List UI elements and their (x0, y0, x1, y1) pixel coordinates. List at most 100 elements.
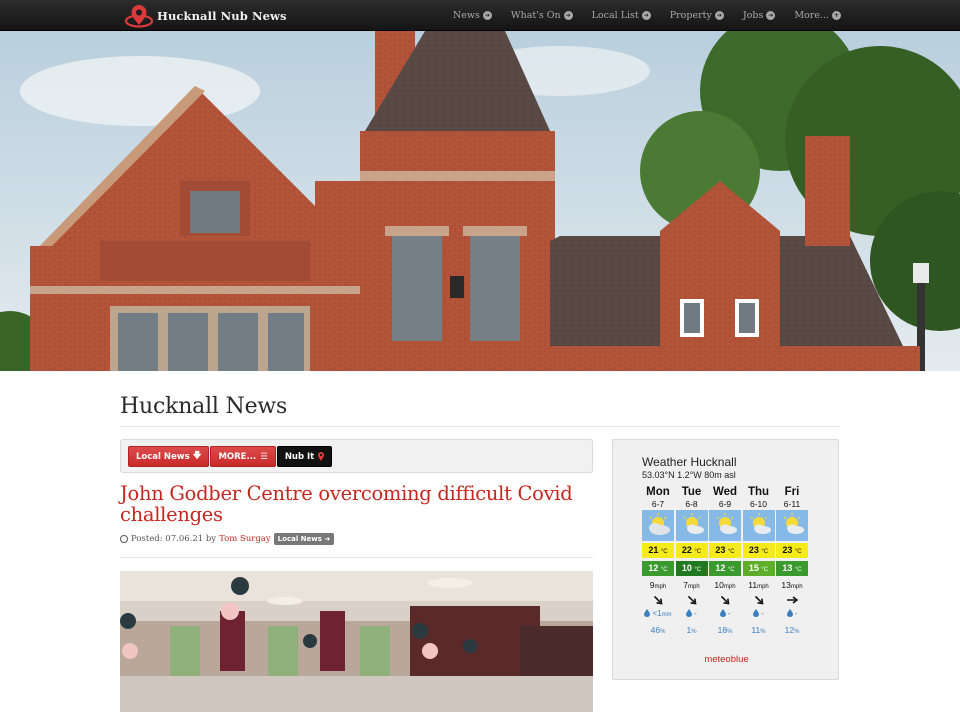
weather-coords: 53.03°N 1.2°W 80m asl (642, 470, 736, 480)
article-title-link[interactable]: John Godber Centre overcoming difficult … (120, 483, 590, 525)
forecast-date: 6-11 (783, 499, 801, 509)
arrow-circle-icon: ➔ (641, 11, 651, 20)
town-hall-photo-icon (0, 31, 960, 371)
arrow-down-icon: 🡇 (192, 450, 202, 461)
raindrop-icon (686, 609, 694, 618)
forecast-day-name: Mon (646, 486, 670, 498)
forecast-wind: 13mph (781, 580, 803, 590)
forecast-min-temp: 12 °C (709, 561, 741, 576)
forecast-day-mon: Mon 6-7 21 °C 12 °C 9mph <1mm 46% (642, 486, 674, 635)
hero-banner (0, 31, 960, 371)
forecast-precip: - (709, 608, 741, 621)
wind-direction-icon (642, 593, 674, 605)
title-divider (120, 426, 840, 427)
map-pin-icon (318, 452, 325, 461)
event-hall-photo-icon (120, 571, 593, 712)
forecast-max-temp: 23 °C (709, 543, 741, 558)
page-title: Hucknall News (120, 394, 288, 419)
sun-cloud-icon (742, 510, 775, 541)
forecast-precip-probability: 46% (650, 625, 666, 635)
forecast-wind: 7mph (683, 580, 700, 590)
author-link[interactable]: Tom Surgay (219, 534, 271, 544)
category-badge[interactable]: Local News ➜ (273, 533, 335, 545)
nav-local-list-label: Local List (591, 10, 639, 21)
nav-property-label: Property (669, 10, 712, 21)
news-toolbar: Local News 🡇 MORE... ☰ Nub It (120, 439, 593, 473)
nav-whats-on[interactable]: What's On ➔ (511, 10, 573, 21)
forecast-date: 6-10 (749, 499, 767, 509)
menu-icon: ☰ (260, 451, 268, 462)
forecast-precip: <1mm (642, 608, 674, 621)
forecast-day-name: Fri (784, 486, 800, 498)
forecast-max-temp: 22 °C (675, 543, 708, 558)
forecast-day-name: Wed (712, 486, 738, 498)
raindrop-icon (719, 609, 728, 618)
forecast-date: 6-8 (685, 499, 698, 509)
forecast-min-temp: 12 °C (642, 561, 674, 576)
arrow-circle-icon: ➜ (324, 535, 331, 543)
meta-divider (120, 557, 593, 558)
main-nav: News ➔ What's On ➔ Local List ➔ Property ➔ J… (434, 0, 841, 31)
nub-it-button[interactable]: Nub It (276, 446, 333, 467)
forecast-precip: - (776, 608, 808, 621)
nav-local-list[interactable]: Local List ➔ (592, 10, 651, 21)
arrow-circle-icon: ➔ (563, 11, 573, 20)
site-brand[interactable]: Hucknall Nub News (124, 2, 287, 30)
forecast-precip-probability: 11% (751, 625, 766, 635)
forecast-precip-probability: 1% (686, 625, 697, 635)
nub-logo-icon (124, 4, 154, 28)
forecast-min-temp: 10 °C (675, 561, 708, 576)
wind-direction-icon (709, 593, 741, 605)
forecast-wind: 10mph (714, 580, 736, 590)
wind-direction-icon (676, 593, 708, 605)
arrow-circle-icon: ➔ (714, 11, 724, 20)
wind-direction-icon (743, 593, 775, 605)
forecast-day-name: Tue (681, 486, 702, 498)
forecast-precip-probability: 12% (784, 625, 800, 635)
nav-jobs-label: Jobs (742, 10, 764, 21)
forecast-day-fri: Fri 6-11 23 °C 13 °C 13mph - 12% (776, 486, 808, 635)
forecast-wind: 9mph (649, 580, 667, 590)
nav-jobs[interactable]: Jobs ➔ (742, 10, 776, 21)
forecast-min-temp: 15 °C (742, 561, 775, 576)
more-label: MORE... (218, 451, 257, 462)
forecast-date: 6-9 (718, 499, 732, 509)
weather-widget: Weather Hucknall 53.03°N 1.2°W 80m asl M… (612, 439, 839, 680)
nav-more[interactable]: More... + (794, 10, 841, 21)
sun-cloud-icon (675, 510, 708, 541)
clock-icon (120, 535, 128, 543)
local-news-button[interactable]: Local News 🡇 (128, 446, 210, 467)
nav-property[interactable]: Property ➔ (670, 10, 724, 21)
forecast-day-thu: Thu 6-10 23 °C 15 °C 11mph - 11% (742, 486, 775, 635)
forecast-day-tue: Tue 6-8 22 °C 10 °C 7mph - 1% (675, 486, 708, 635)
nav-more-label: More... (794, 10, 829, 21)
forecast-max-temp: 23 °C (776, 543, 808, 558)
wind-direction-icon (776, 593, 808, 605)
top-navbar: Hucknall Nub News News ➔ What's On ➔ Local… (0, 0, 960, 31)
forecast-max-temp: 23 °C (742, 543, 775, 558)
forecast-day-wed: Wed 6-9 23 °C 12 °C 10mph - 18% (709, 486, 741, 635)
nav-news[interactable]: News ➔ (453, 10, 492, 21)
forecast-max-temp: 21 °C (642, 543, 674, 558)
category-label: Local News (277, 535, 322, 543)
posted-date: Posted: 07.06.21 by (131, 534, 217, 544)
sun-cloud-icon (776, 510, 808, 541)
raindrop-icon (786, 609, 795, 618)
arrow-circle-icon: ➔ (482, 11, 492, 20)
nub-it-label: Nub It (284, 451, 315, 462)
forecast-precip: - (743, 608, 775, 621)
site-name: Hucknall Nub News (157, 9, 287, 23)
meteoblue-link[interactable]: meteoblue (613, 654, 840, 665)
forecast-min-temp: 13 °C (776, 561, 808, 576)
arrow-circle-icon: ➔ (766, 11, 776, 20)
article-image[interactable] (120, 571, 593, 712)
more-button[interactable]: MORE... ☰ (210, 446, 276, 467)
forecast-precip: - (676, 608, 708, 621)
forecast-date: 6-7 (651, 499, 665, 509)
plus-circle-icon: + (832, 11, 841, 20)
local-news-label: Local News (136, 451, 190, 462)
forecast-precip-probability: 18% (717, 625, 733, 635)
raindrop-icon (753, 609, 761, 618)
forecast-day-name: Thu (747, 486, 770, 498)
nav-whats-on-label: What's On (510, 10, 561, 21)
